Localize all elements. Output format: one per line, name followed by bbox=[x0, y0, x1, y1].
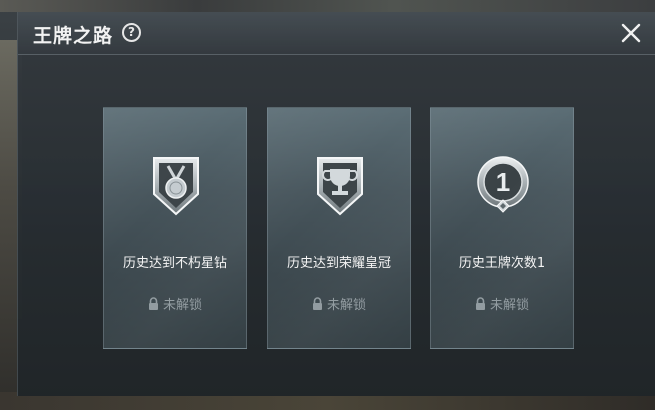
medal-shield-icon bbox=[153, 157, 199, 216]
ace-road-dialog: 王牌之路 ? 历史达到不朽星钻 未解锁 历史达到荣耀皇冠 未解锁 1 历史王牌次… bbox=[17, 12, 655, 396]
number-one-medal-icon: 1 bbox=[477, 156, 529, 213]
achievement-card-glory-crown[interactable]: 历史达到荣耀皇冠 未解锁 bbox=[267, 107, 411, 349]
lock-icon bbox=[312, 297, 322, 310]
lock-status: 未解锁 bbox=[268, 294, 410, 313]
achievement-card-immortal-diamond[interactable]: 历史达到不朽星钻 未解锁 bbox=[103, 107, 247, 349]
close-icon bbox=[621, 23, 641, 43]
background-top bbox=[0, 0, 655, 12]
card-label: 历史达到不朽星钻 bbox=[122, 256, 227, 271]
achievement-card-ace-count[interactable]: 1 历史王牌次数1 未解锁 bbox=[430, 107, 574, 349]
trophy-shield-icon bbox=[317, 157, 363, 216]
dialog-title: 王牌之路 bbox=[33, 25, 114, 47]
lock-status-text: 未解锁 bbox=[489, 298, 529, 313]
svg-text:1: 1 bbox=[496, 167, 510, 197]
card-label: 历史王牌次数1 bbox=[458, 256, 546, 271]
lock-status-text: 未解锁 bbox=[326, 298, 366, 313]
close-button[interactable] bbox=[616, 18, 646, 48]
dialog-header: 王牌之路 ? bbox=[18, 12, 655, 55]
lock-status-text: 未解锁 bbox=[162, 298, 202, 313]
lock-status: 未解锁 bbox=[104, 294, 246, 313]
lock-icon bbox=[148, 297, 158, 310]
card-label: 历史达到荣耀皇冠 bbox=[286, 256, 391, 271]
question-circle-icon[interactable]: ? bbox=[122, 23, 141, 42]
lock-icon bbox=[475, 297, 485, 310]
lock-status: 未解锁 bbox=[431, 294, 573, 313]
